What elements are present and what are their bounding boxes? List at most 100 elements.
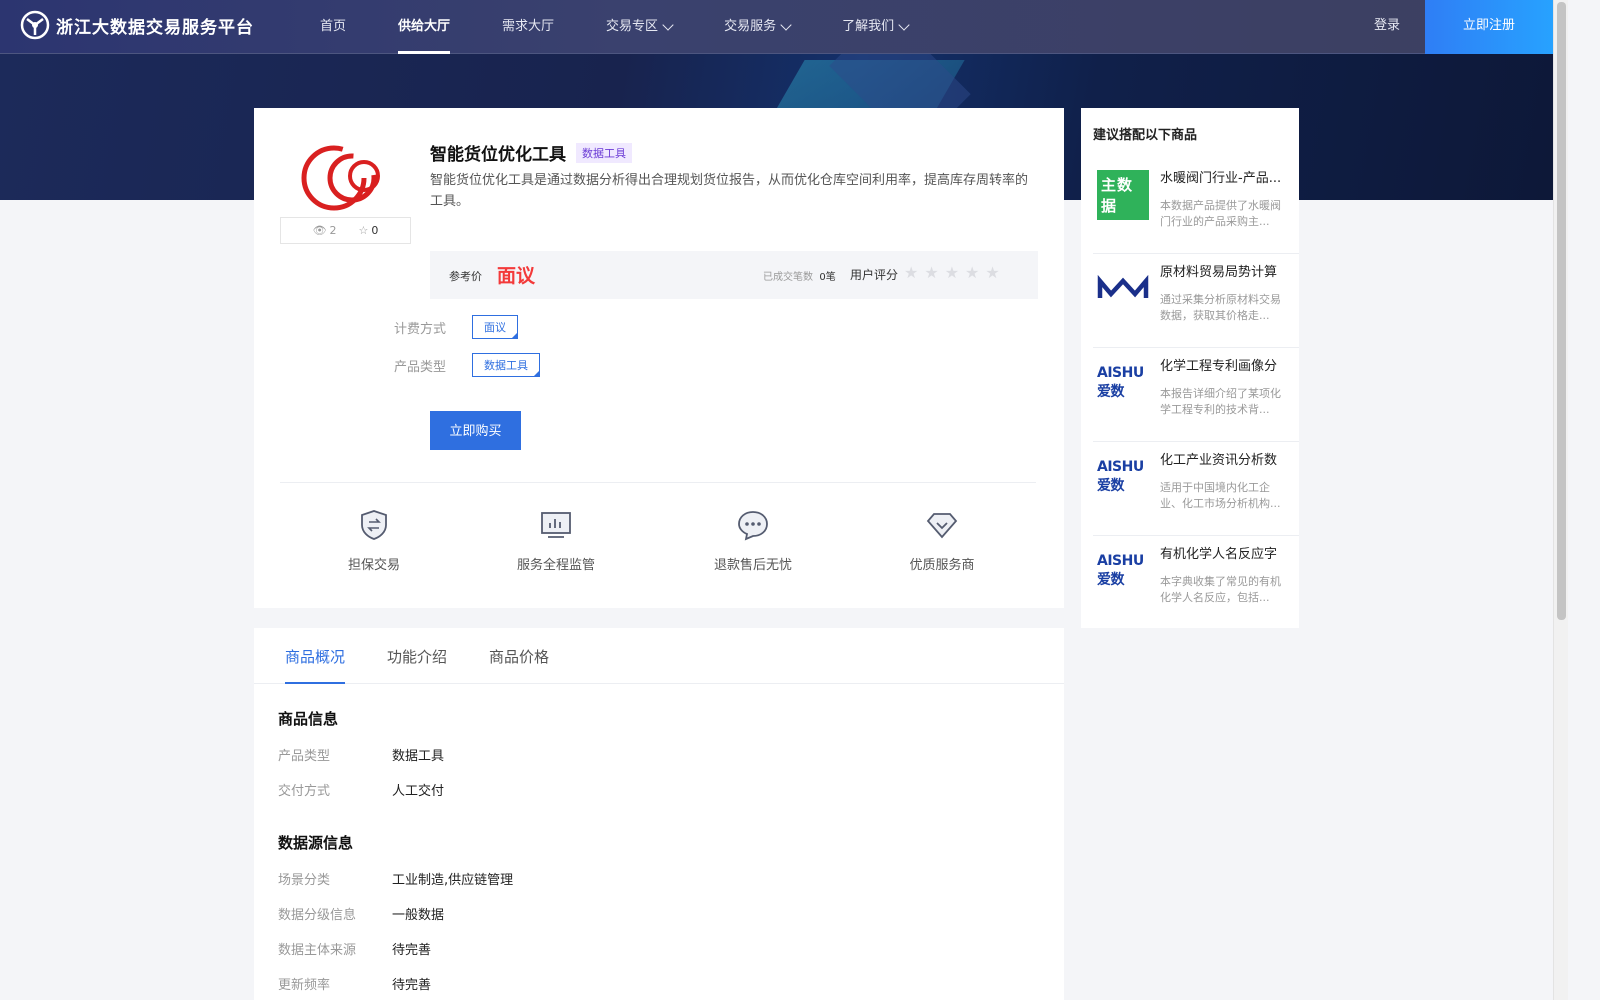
guarantee-label: 优质服务商	[909, 558, 975, 573]
type-row: 产品类型 数据工具	[394, 353, 540, 377]
recommendation-desc: 本报告详细介绍了某项化学工程专利的技术背...	[1160, 387, 1281, 416]
info-key: 场景分类	[278, 873, 331, 888]
favorite-count-value: 0	[371, 224, 379, 237]
product-title-text: 智能货位优化工具	[430, 145, 566, 165]
nav-home[interactable]: 首页	[320, 0, 346, 54]
type-option[interactable]: 数据工具	[472, 353, 540, 377]
recommendation-item[interactable]: AISHU爱数 化工产业资讯分析数 适用于中国境内化工企业、化工市场分析机构..…	[1093, 444, 1299, 536]
guarantee-label: 退款售后无忧	[713, 558, 792, 573]
nav-trade-zone[interactable]: 交易专区	[606, 0, 674, 54]
star-outline-icon: ☆	[358, 224, 369, 237]
diamond-icon	[926, 513, 958, 539]
detail-tabs: 商品概况 功能介绍 商品价格	[254, 628, 1064, 684]
nav-label: 交易专区	[606, 19, 659, 34]
recommendation-logo: AISHU爱数	[1097, 365, 1149, 400]
chevron-down-icon	[780, 19, 792, 31]
nav-label: 首页	[320, 19, 347, 34]
logo-text: AISHU爱数	[1097, 553, 1144, 588]
logo-text: AISHU爱数	[1097, 459, 1144, 494]
shield-exchange-icon	[361, 510, 387, 540]
nav-supply-hall[interactable]: 供给大厅	[398, 0, 451, 54]
info-key: 数据主体来源	[278, 943, 357, 958]
star-icon: ★	[985, 263, 1000, 282]
star-icon: ★	[944, 263, 960, 282]
guarantee-label: 担保交易	[347, 558, 400, 573]
recommendation-desc: 适用于中国境内化工企业、化工市场分析机构...	[1160, 481, 1281, 510]
price-bar: 参考价 面议 已成交笔数 0笔 用户评分 ★ ★ ★ ★ ★	[430, 251, 1038, 299]
nav-label: 交易服务	[724, 19, 777, 34]
info-value: 待完善	[392, 978, 432, 993]
site-logo[interactable]: 浙江大数据交易服务平台	[20, 10, 254, 40]
product-description: 智能货位优化工具是通过数据分析得出合理规划货位报告，从而优化仓库空间利用率，提高…	[430, 173, 1029, 209]
billing-option[interactable]: 面议	[472, 315, 518, 339]
top-nav-bar: 浙江大数据交易服务平台 首页 供给大厅 需求大厅 交易专区 交易服务 了解我们 …	[0, 0, 1553, 54]
info-key: 更新频率	[278, 978, 331, 993]
billing-label: 计费方式	[394, 321, 447, 337]
wave-logo-icon	[1097, 274, 1149, 298]
guarantee-refund: 退款售后无忧	[693, 508, 813, 573]
recommendation-desc: 通过采集分析原材料交易数据，获取其价格走...	[1160, 293, 1281, 322]
view-count: 👁 2	[313, 224, 337, 237]
detail-section: 商品概况 功能介绍 商品价格 商品信息 产品类型 数据工具 交付方式 人工交付 数据…	[254, 628, 1064, 1000]
recommendation-item[interactable]: 主数据 水暖阀门行业-产品... 本数据产品提供了水暖阀门行业的产品采购主...	[1093, 162, 1299, 254]
product-card: 👁 2 ☆ 0 智能货位优化工具 数据工具 智能货位优化工具是通过数据分析得出合理规…	[254, 108, 1064, 608]
price-value: 面议	[497, 265, 536, 287]
tab-pricing[interactable]: 商品价格	[489, 646, 549, 684]
buy-now-button[interactable]: 立即购买	[430, 411, 521, 450]
nav-trade-service[interactable]: 交易服务	[724, 0, 792, 54]
recommendation-desc: 本数据产品提供了水暖阀门行业的产品采购主...	[1160, 199, 1281, 228]
guarantee-label: 服务全程监管	[516, 558, 595, 573]
section-title-product-info: 商品信息	[278, 710, 339, 728]
view-count-value: 2	[329, 224, 337, 237]
nav-about-us[interactable]: 了解我们	[842, 0, 910, 54]
info-key: 产品类型	[278, 749, 331, 764]
info-value: 人工交付	[392, 784, 445, 799]
rating-label: 用户评分	[850, 268, 899, 282]
recommendation-desc: 本字典收集了常见的有机化学人名反应，包括...	[1160, 575, 1281, 604]
recommendation-logo: AISHU爱数	[1097, 553, 1149, 588]
tab-features[interactable]: 功能介绍	[387, 646, 447, 684]
info-key: 交付方式	[278, 784, 331, 799]
recommendation-title: 建议搭配以下商品	[1093, 128, 1198, 143]
logo-text: 主数据	[1097, 170, 1149, 220]
nav-label: 需求大厅	[502, 19, 555, 34]
chevron-down-icon	[662, 19, 674, 31]
info-row: 场景分类 工业制造,供应链管理	[278, 869, 513, 888]
logo-text: 浙江大数据交易服务平台	[56, 17, 254, 38]
info-value: 工业制造,供应链管理	[392, 873, 514, 888]
recommendation-logo	[1097, 272, 1149, 306]
logo-text: AISHU爱数	[1097, 365, 1144, 400]
register-button[interactable]: 立即注册	[1425, 0, 1553, 54]
recommendation-item[interactable]: AISHU爱数 有机化学人名反应字 本字典收集了常见的有机化学人名反应，包括..…	[1093, 538, 1299, 630]
chat-bubble-icon	[738, 511, 768, 541]
type-label: 产品类型	[394, 359, 447, 375]
guarantee-quality: 优质服务商	[882, 508, 1002, 573]
section-title-data-source: 数据源信息	[278, 834, 354, 852]
main-nav: 首页 供给大厅 需求大厅 交易专区 交易服务 了解我们	[320, 0, 960, 54]
nav-demand-hall[interactable]: 需求大厅	[502, 0, 554, 54]
tab-overview[interactable]: 商品概况	[285, 646, 346, 684]
info-value: 待完善	[392, 943, 432, 958]
page-scrollbar[interactable]	[1553, 0, 1568, 1000]
login-link[interactable]: 登录	[1374, 0, 1400, 54]
recommendation-item[interactable]: AISHU爱数 化学工程专利画像分 本报告详细介绍了某项化学工程专利的技术背..…	[1093, 350, 1299, 442]
deals-label: 已成交笔数	[763, 272, 813, 283]
recommendation-logo: AISHU爱数	[1097, 459, 1149, 494]
deals-count: 已成交笔数 0笔	[763, 268, 836, 283]
product-type-badge: 数据工具	[576, 142, 632, 163]
favorite-count[interactable]: ☆ 0	[359, 224, 379, 237]
info-row: 产品类型 数据工具	[278, 745, 444, 764]
star-icon: ★	[904, 263, 919, 282]
product-stats: 👁 2 ☆ 0	[280, 217, 411, 244]
nav-label: 供给大厅	[398, 19, 451, 34]
divider	[280, 482, 1036, 483]
recommendation-logo: 主数据	[1097, 170, 1149, 220]
info-row: 数据分级信息 一般数据	[278, 904, 444, 923]
recommendation-item[interactable]: 原材料贸易局势计算 通过采集分析原材料交易数据，获取其价格走...	[1093, 256, 1299, 348]
chevron-down-icon	[898, 19, 910, 31]
star-icon: ★	[924, 263, 939, 282]
scrollbar-thumb[interactable]	[1557, 2, 1566, 620]
info-value: 数据工具	[392, 749, 445, 764]
billing-row: 计费方式 面议	[394, 315, 518, 339]
nav-label: 了解我们	[842, 19, 895, 34]
